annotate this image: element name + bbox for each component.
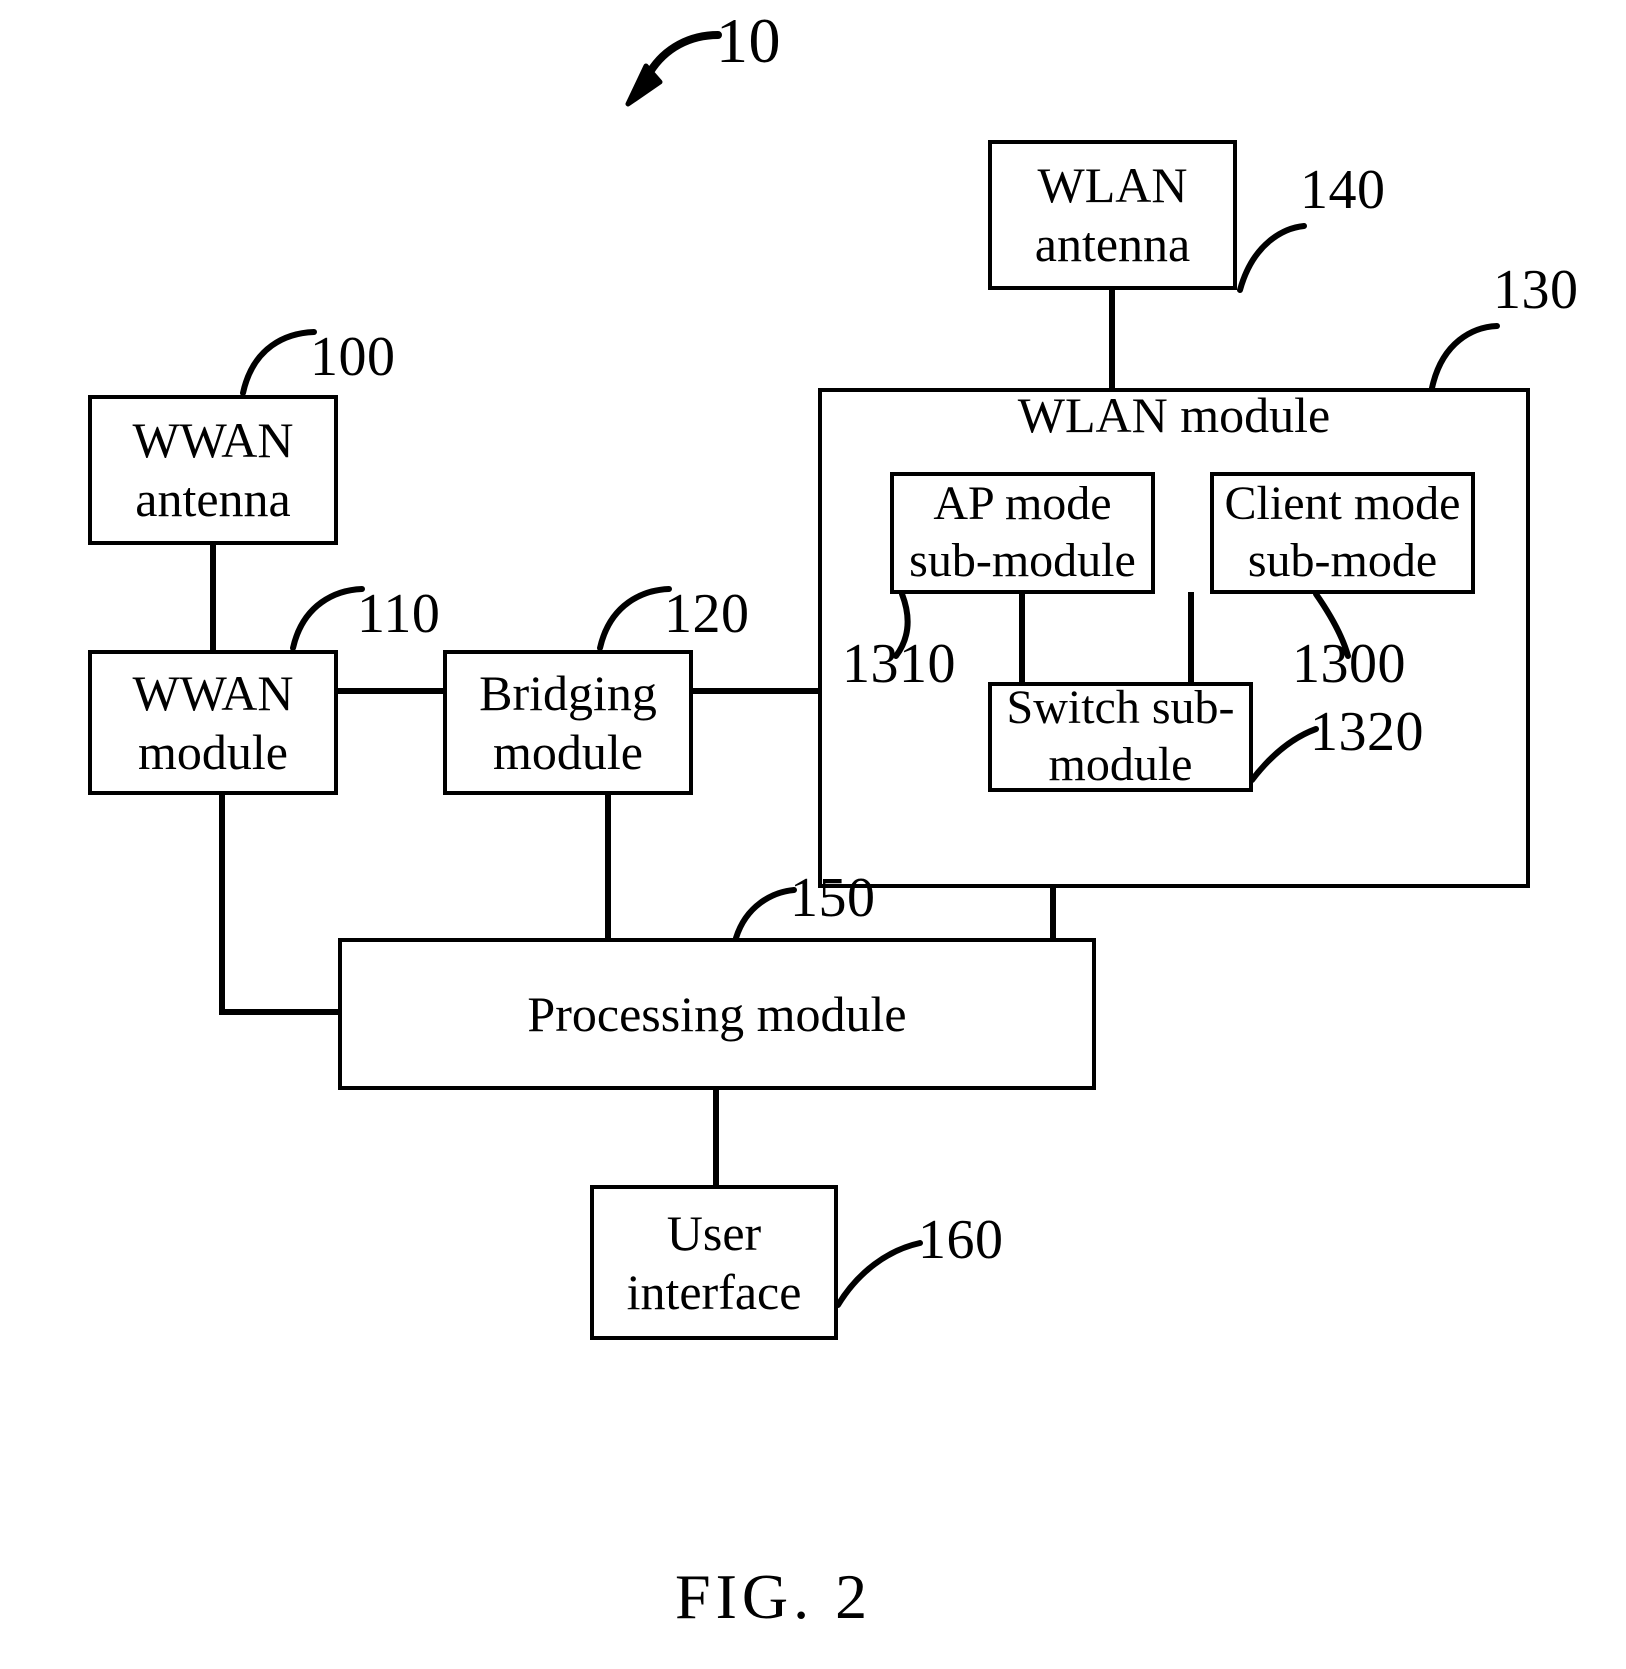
ref-120: 120 (664, 583, 750, 645)
wlan-antenna-label: WLAN antenna (1034, 157, 1191, 272)
processing-module-box: Processing module (338, 938, 1096, 1090)
wwan-module-box: WWAN module (88, 650, 338, 795)
user-interface-label: User interface (626, 1204, 802, 1320)
wwan-antenna-box: WWAN antenna (88, 395, 338, 545)
user-interface-box: User interface (590, 1185, 838, 1340)
wlan-antenna-box: WLAN antenna (988, 140, 1237, 290)
figure-canvas: 10 WWAN antenna 100 WWAN module 110 Brid… (0, 0, 1626, 1669)
ap-mode-sub-module-label: AP mode sub-module (909, 477, 1136, 587)
ap-mode-sub-module-box: AP mode sub-module (890, 472, 1155, 594)
system-arrow-10 (625, 31, 722, 107)
bridging-module-label: Bridging module (479, 664, 657, 780)
ref-100: 100 (310, 326, 396, 388)
switch-sub-module-label: Switch sub- module (1006, 681, 1235, 791)
ref-1300: 1300 (1292, 633, 1406, 695)
figure-caption: FIG. 2 (675, 1561, 873, 1632)
client-mode-sub-mode-box: Client mode sub-mode (1210, 472, 1475, 594)
ref-150: 150 (790, 867, 876, 929)
bridging-module-box: Bridging module (443, 650, 693, 795)
ref-160: 160 (918, 1209, 1004, 1271)
ref-130: 130 (1493, 259, 1579, 321)
switch-sub-module-box: Switch sub- module (988, 681, 1253, 792)
link-wwan-to-processing (219, 795, 341, 1015)
wlan-module-title: WLAN module (1017, 387, 1331, 443)
leader-140 (1237, 223, 1307, 293)
ref-140: 140 (1300, 159, 1386, 221)
ref-110: 110 (357, 583, 441, 645)
ref-10: 10 (716, 5, 781, 76)
leader-160 (835, 1240, 923, 1308)
leader-130 (1429, 323, 1500, 391)
wwan-module-label: WWAN module (132, 664, 294, 780)
wwan-antenna-label: WWAN antenna (132, 412, 294, 527)
leader-110 (290, 586, 365, 651)
leader-100 (240, 329, 317, 396)
processing-module-label: Processing module (527, 985, 907, 1042)
client-mode-sub-mode-label: Client mode sub-mode (1224, 477, 1461, 587)
leader-150 (733, 887, 797, 941)
leader-120 (597, 586, 672, 651)
ref-1320: 1320 (1310, 701, 1424, 763)
ref-1310: 1310 (842, 633, 956, 695)
